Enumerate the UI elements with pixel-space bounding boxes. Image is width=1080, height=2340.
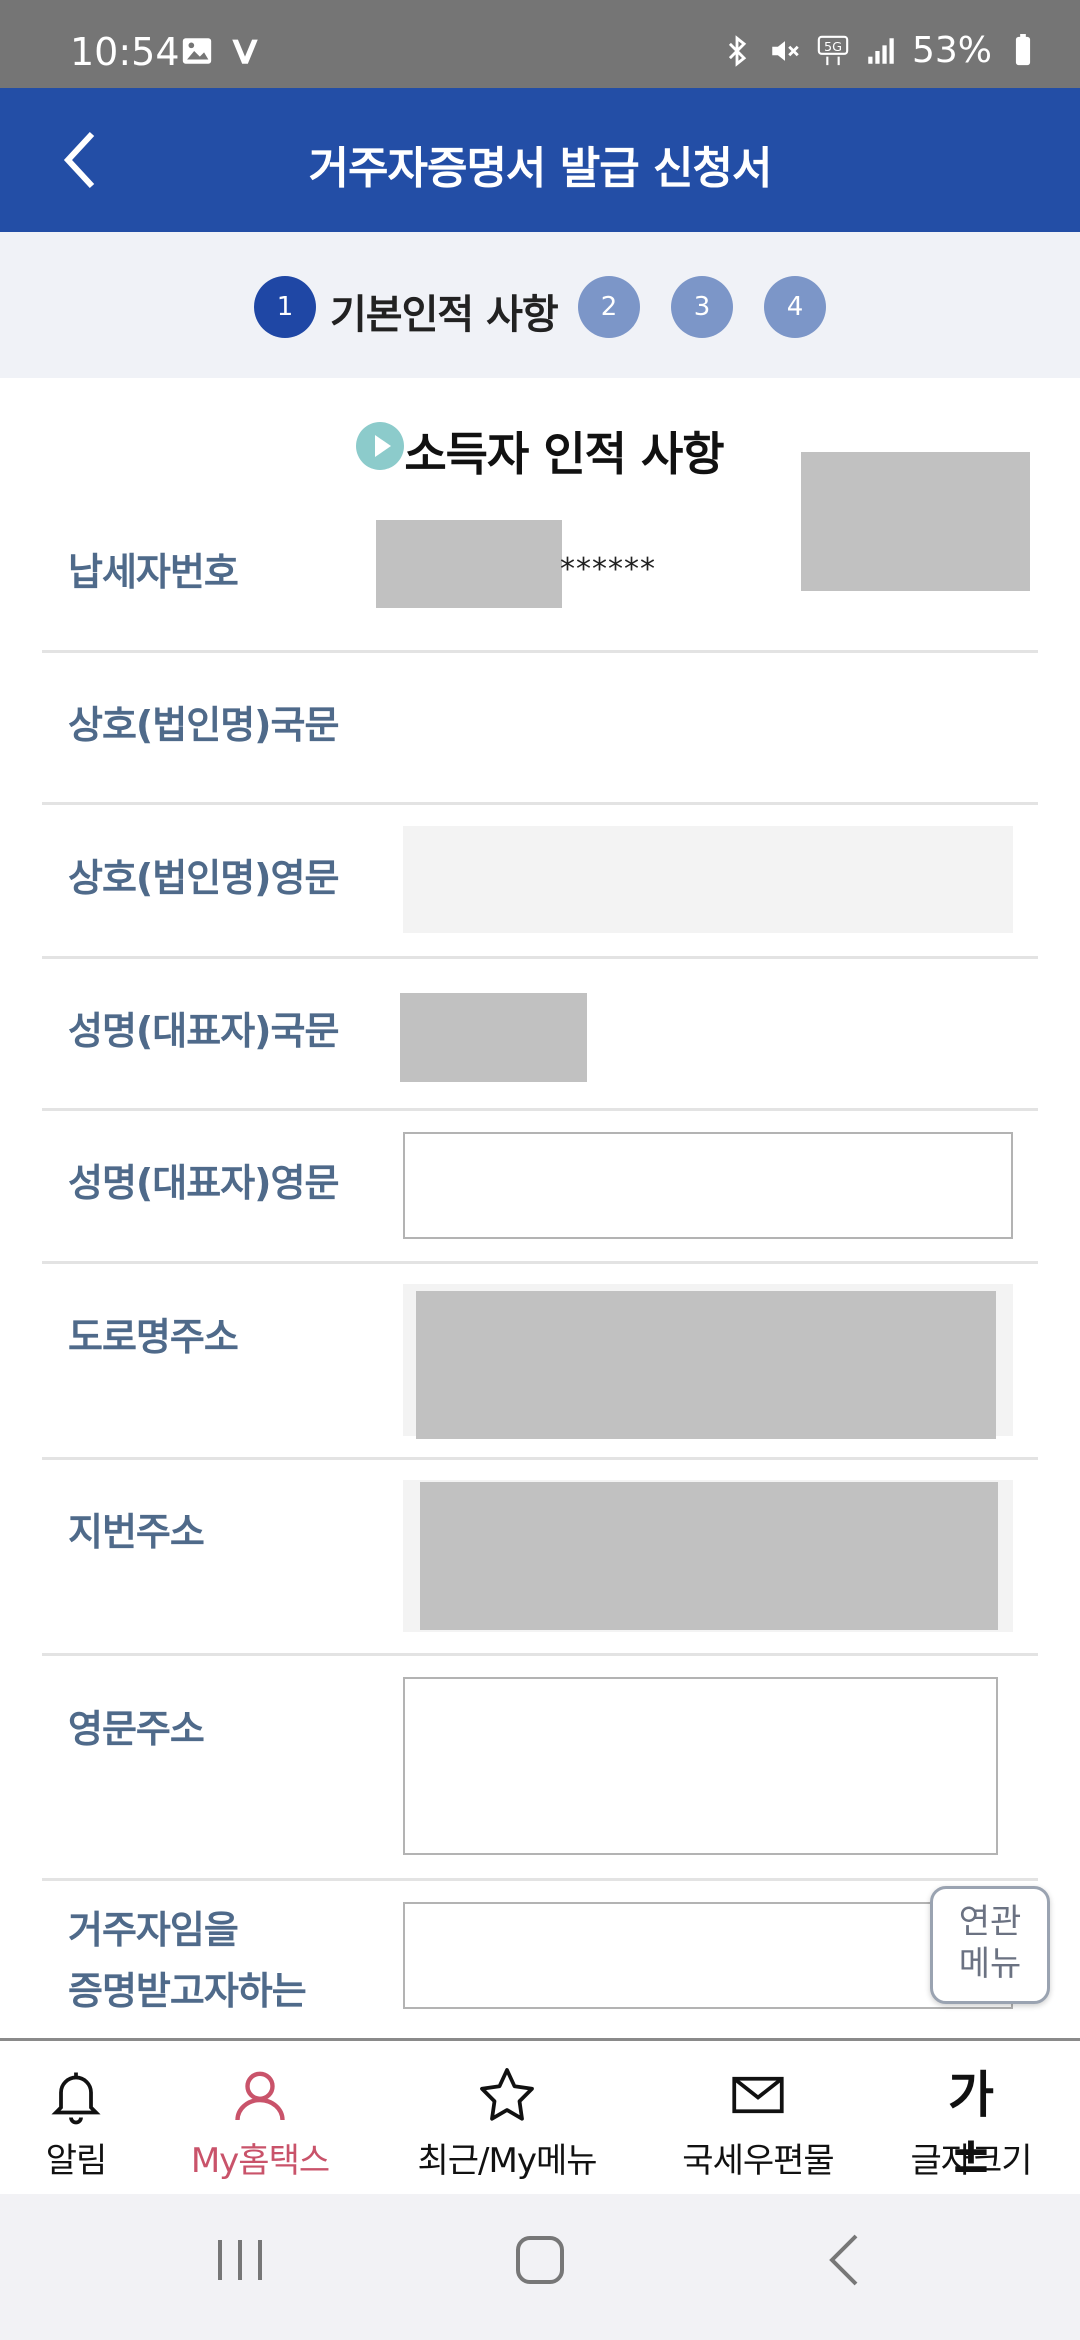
company-name-en-field (403, 826, 1013, 933)
star-icon (480, 2068, 534, 2121)
step-1[interactable]: 1 (254, 276, 316, 338)
bell-icon (51, 2072, 101, 2125)
current-step-label: 기본인적 사항 (330, 292, 559, 338)
representative-name-en-input[interactable] (403, 1132, 1013, 1239)
nav-my-hometax[interactable]: My홈택스 (180, 2065, 340, 2182)
nav-my-hometax-label: My홈택스 (190, 2141, 330, 2181)
taxpayer-number-mask: ****** (560, 552, 656, 587)
page-title: 거주자증명서 발급 신청서 (308, 143, 773, 194)
row-divider (42, 1108, 1038, 1111)
redacted-representative-name (400, 993, 587, 1082)
system-nav-bar (0, 2194, 1080, 2340)
bottom-nav: 알림 My홈택스 최근/My메뉴 국세우편물 가± 글자크기 (0, 2038, 1080, 2194)
status-time: 10:54 (70, 30, 180, 74)
nav-recent-menu-label: 최근/My메뉴 (417, 2141, 597, 2181)
nav-notifications[interactable]: 알림 (28, 2065, 124, 2182)
purpose-input[interactable] (403, 1902, 1013, 2009)
row-divider (42, 956, 1038, 959)
nav-notifications-label: 알림 (45, 2141, 108, 2181)
row-divider (42, 650, 1038, 653)
5g-icon: 5G (817, 35, 849, 65)
gallery-icon (182, 38, 212, 64)
lot-address-label: 지번주소 (68, 1510, 205, 1554)
signal-icon (868, 37, 894, 64)
mail-icon (732, 2076, 784, 2114)
english-address-input[interactable] (403, 1677, 998, 1855)
step-3[interactable]: 3 (671, 276, 733, 338)
related-menu-line2: 메뉴 (958, 1944, 1022, 1984)
row-divider (42, 1878, 1038, 1881)
nav-tax-mail-label: 국세우편물 (682, 2141, 834, 2181)
nav-tax-mail[interactable]: 국세우편물 (678, 2065, 838, 2182)
redacted-road-address (416, 1291, 996, 1439)
company-name-kr-label: 상호(법인명)국문 (68, 703, 339, 747)
road-address-label: 도로명주소 (68, 1315, 239, 1359)
nav-font-size-label: 글자크기 (910, 2141, 1032, 2181)
font-size-icon: 가± (948, 2066, 994, 2184)
redacted-photo (801, 452, 1030, 591)
nav-recent-menu[interactable]: 최근/My메뉴 (412, 2065, 602, 2182)
taxpayer-number-label: 납세자번호 (68, 550, 239, 594)
redacted-lot-address (420, 1482, 998, 1630)
step-indicator: 1 기본인적 사항 2 3 4 (0, 232, 1080, 378)
battery-icon (1015, 33, 1031, 65)
status-bar: 10:54 5G 53% (0, 0, 1080, 88)
battery-percent: 53% (911, 30, 992, 71)
home-icon[interactable] (512, 2230, 568, 2290)
row-divider (42, 802, 1038, 805)
related-menu-button[interactable]: 연관 메뉴 (930, 1886, 1050, 2004)
purpose-label-line1: 거주자임을 (68, 1908, 239, 1952)
recent-apps-icon[interactable] (212, 2230, 268, 2290)
system-back-icon[interactable] (818, 2230, 874, 2290)
representative-name-kr-label: 성명(대표자)국문 (68, 1009, 339, 1053)
representative-name-en-label: 성명(대표자)영문 (68, 1161, 339, 1205)
mute-icon (772, 40, 799, 61)
company-name-en-label: 상호(법인명)영문 (68, 856, 339, 900)
svg-text:5G: 5G (824, 40, 842, 55)
english-address-label: 영문주소 (68, 1707, 205, 1751)
step-4[interactable]: 4 (764, 276, 826, 338)
purpose-label-line2: 증명받고자하는 (68, 1969, 307, 2013)
person-icon (235, 2071, 285, 2121)
nav-font-size[interactable]: 가± 글자크기 (906, 2065, 1036, 2184)
step-2[interactable]: 2 (578, 276, 640, 338)
row-divider (42, 1457, 1038, 1460)
redacted-taxpayer-number (376, 520, 562, 608)
row-divider (42, 1261, 1038, 1264)
row-divider (42, 1653, 1038, 1656)
bluetooth-icon (728, 34, 747, 67)
v-app-icon (232, 39, 258, 64)
related-menu-line1: 연관 (958, 1902, 1022, 1942)
app-header: 거주자증명서 발급 신청서 (0, 88, 1080, 232)
